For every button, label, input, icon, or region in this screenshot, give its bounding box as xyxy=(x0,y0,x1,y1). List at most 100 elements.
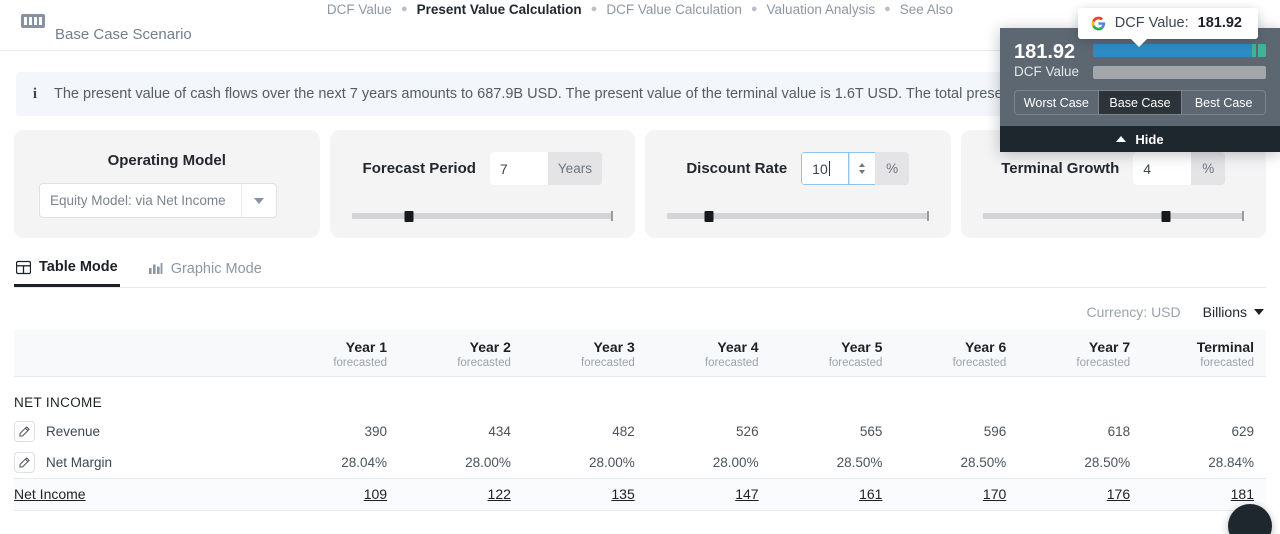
cell-value: 28.84% xyxy=(1208,454,1254,470)
chart-icon xyxy=(148,261,163,276)
stepper-down-icon[interactable] xyxy=(859,170,866,174)
table-header-year-7: Year 7 forecasted xyxy=(1018,330,1143,377)
forecast-period-input-group[interactable]: 7 Years xyxy=(489,152,602,185)
text-caret xyxy=(828,161,830,176)
chevron-down-icon[interactable] xyxy=(1254,309,1264,315)
column-year-sub: forecasted xyxy=(581,356,635,369)
view-mode-tabs: Table Mode Graphic Mode xyxy=(14,250,1266,288)
dcf-value-caption: DCF Value xyxy=(1014,64,1080,79)
table-header-label-col xyxy=(14,330,276,377)
row-label: Revenue xyxy=(46,424,101,439)
column-year-label: Year 7 xyxy=(1088,338,1131,355)
tab-table-mode-label: Table Mode xyxy=(39,259,118,275)
table-header-year-1: Year 1 forecasted xyxy=(275,330,400,377)
chevron-down-icon[interactable] xyxy=(241,184,276,217)
card-forecast-period: Forecast Period 7 Years xyxy=(329,130,635,238)
stepper-up-icon[interactable] xyxy=(859,163,866,167)
slider-track xyxy=(982,213,1244,219)
table-header-year-3: Year 3 forecasted xyxy=(522,330,647,377)
slider-thumb[interactable] xyxy=(404,211,414,222)
units-select[interactable]: Billions xyxy=(1203,304,1264,320)
breadcrumb-item-see-also[interactable]: See Also xyxy=(900,2,953,17)
scenario-icon xyxy=(20,13,46,29)
scenario-title: Base Case Scenario xyxy=(55,26,192,43)
cell-value: 629 xyxy=(1231,424,1254,439)
table-section-header: NET INCOME xyxy=(14,376,1266,416)
card-discount-rate: Discount Rate 10 % xyxy=(645,130,951,238)
scenario-button-worst-case[interactable]: Worst Case xyxy=(1015,91,1099,114)
currency-units-row: Currency: USD Billions xyxy=(1086,304,1264,320)
column-year-label: Year 3 xyxy=(593,338,635,355)
breadcrumb-item-present-value-calculation[interactable]: Present Value Calculation xyxy=(417,2,582,17)
discount-rate-slider[interactable] xyxy=(667,211,929,222)
cell-value: 526 xyxy=(736,424,759,439)
dcf-bar-divider xyxy=(1256,44,1258,57)
chevron-up-icon xyxy=(1116,136,1127,142)
dcf-tooltip-value: 181.92 xyxy=(1197,15,1242,31)
column-year-sub: forecasted xyxy=(333,356,388,369)
table-header-year-2: Year 2 forecasted xyxy=(399,330,523,377)
slider-thumb[interactable] xyxy=(1161,211,1171,222)
slider-end-marker xyxy=(926,211,929,221)
slider-track xyxy=(351,213,613,219)
slider-thumb[interactable] xyxy=(704,211,714,222)
table-row: Net Margin 28.04% 28.00% 28.00% 28.00% 2… xyxy=(14,447,1266,478)
dcf-value-number: 181.92 xyxy=(1014,41,1076,63)
scenario-toggle-group: Worst Case Base Case Best Case xyxy=(1014,90,1266,115)
tab-graphic-mode[interactable]: Graphic Mode xyxy=(146,250,264,287)
total-cell-value: 176 xyxy=(1106,486,1131,502)
discount-rate-input[interactable]: 10 xyxy=(801,152,850,185)
forecast-period-slider[interactable] xyxy=(351,211,613,222)
info-banner-text: The present value of cash flows over the… xyxy=(54,86,1054,102)
table-icon xyxy=(16,260,31,275)
forecast-table: Year 1 forecasted Year 2 forecasted Year… xyxy=(14,330,1266,534)
breadcrumb-separator: ● xyxy=(884,3,891,15)
discount-rate-input-group[interactable]: 10 % xyxy=(801,152,910,185)
total-row-label[interactable]: Net Income xyxy=(14,486,86,502)
column-year-sub: forecasted xyxy=(1200,356,1254,369)
edit-pencil-icon[interactable] xyxy=(14,421,35,442)
discount-rate-stepper[interactable] xyxy=(849,152,876,185)
tab-graphic-mode-label: Graphic Mode xyxy=(170,260,262,277)
dcf-reference-bar xyxy=(1093,66,1266,79)
edit-pencil-icon[interactable] xyxy=(14,451,35,473)
dcf-value-panel: 181.92 DCF Value Worst Case Base Case Be… xyxy=(1000,8,1280,152)
discount-rate-unit: % xyxy=(875,152,910,185)
row-label: Net Margin xyxy=(46,454,113,470)
total-cell-value: 135 xyxy=(611,486,635,502)
units-select-value: Billions xyxy=(1202,304,1247,320)
cell-value: 28.00% xyxy=(465,454,511,470)
cell-value: 28.04% xyxy=(341,454,388,470)
cell-value: 618 xyxy=(1107,424,1131,439)
cell-value: 596 xyxy=(983,424,1007,439)
terminal-growth-slider[interactable] xyxy=(982,211,1244,222)
currency-label: Currency: USD xyxy=(1086,304,1181,320)
operating-model-select[interactable]: Equity Model: via Net Income xyxy=(39,183,277,218)
breadcrumb-item-dcf-value-calculation[interactable]: DCF Value Calculation xyxy=(606,2,742,17)
forecast-period-label: Forecast Period xyxy=(362,160,476,177)
terminal-growth-label: Terminal Growth xyxy=(1001,160,1120,177)
hide-panel-label: Hide xyxy=(1135,131,1164,147)
hide-panel-button[interactable]: Hide xyxy=(1000,126,1280,152)
total-cell-value: 170 xyxy=(982,486,1007,502)
breadcrumb-item-dcf-value[interactable]: DCF Value xyxy=(327,2,392,17)
scenario-button-base-case[interactable]: Base Case xyxy=(1098,91,1183,114)
terminal-growth-input-group[interactable]: 4 % xyxy=(1133,152,1226,185)
breadcrumb-item-valuation-analysis[interactable]: Valuation Analysis xyxy=(767,2,876,17)
column-year-label: Year 2 xyxy=(469,338,511,355)
terminal-growth-input[interactable]: 4 xyxy=(1133,152,1192,185)
cell-value: 565 xyxy=(859,424,883,439)
section-label: NET INCOME xyxy=(14,395,103,410)
column-year-label: Year 6 xyxy=(965,338,1007,355)
info-icon: i xyxy=(32,85,38,102)
table-header-year-6: Year 6 forecasted xyxy=(894,330,1019,377)
forecast-period-unit: Years xyxy=(547,152,602,185)
breadcrumb-separator: ● xyxy=(400,3,408,15)
scenario-button-best-case[interactable]: Best Case xyxy=(1182,91,1265,114)
card-operating-model: Operating Model Equity Model: via Net In… xyxy=(14,130,320,238)
forecast-period-input[interactable]: 7 xyxy=(489,152,548,185)
table-header-terminal: Terminal forecasted xyxy=(1142,330,1266,377)
cell-value: 28.50% xyxy=(1084,454,1131,470)
tab-table-mode[interactable]: Table Mode xyxy=(14,250,120,287)
dcf-tooltip-label: DCF Value: xyxy=(1114,15,1189,31)
